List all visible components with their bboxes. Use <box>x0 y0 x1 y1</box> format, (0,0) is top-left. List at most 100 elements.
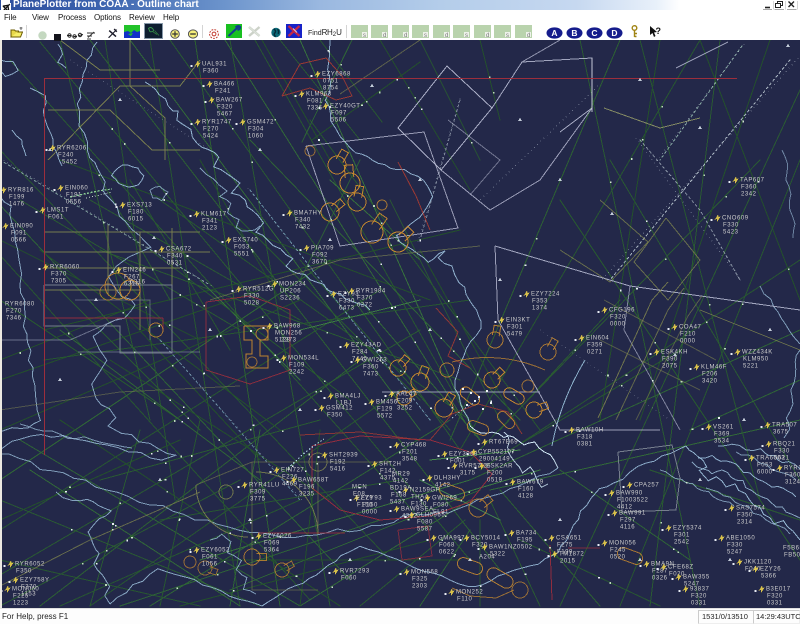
svg-text:BAW679: BAW679 <box>517 480 544 486</box>
svg-text:MON568: MON568 <box>411 570 438 576</box>
svg-text:BAW267: BAW267 <box>216 98 243 104</box>
svg-text:SHT2H: SHT2H <box>379 462 401 468</box>
svg-text:F060: F060 <box>341 576 357 582</box>
svg-text:F061: F061 <box>48 215 64 221</box>
svg-text:BAW658T: BAW658T <box>298 478 329 484</box>
svg-text:CSA651: CSA651 <box>556 536 582 542</box>
svg-text:2075: 2075 <box>662 364 678 370</box>
svg-text:F081: F081 <box>307 99 323 105</box>
svg-text:F1003522: F1003522 <box>617 498 649 504</box>
svg-text:F200: F200 <box>487 471 503 477</box>
svg-text:F390: F390 <box>662 357 678 363</box>
svg-text:5364: 5364 <box>264 548 280 554</box>
svg-text:EZY5374: EZY5374 <box>673 526 702 532</box>
svg-text:s: s <box>465 33 468 38</box>
svg-text:6216: 6216 <box>130 280 146 286</box>
svg-text:F192: F192 <box>330 460 346 466</box>
svg-text:CFG196: CFG196 <box>609 308 635 314</box>
svg-text:CLH0965: CLH0965 <box>416 513 445 519</box>
svg-text:BMA7HY: BMA7HY <box>294 211 322 217</box>
svg-text:3420: 3420 <box>702 379 718 385</box>
svg-text:F330: F330 <box>244 294 260 300</box>
svg-text:F350: F350 <box>327 413 343 419</box>
svg-text:EIN604: EIN604 <box>586 336 609 342</box>
svg-text:RVR7293: RVR7293 <box>340 569 370 575</box>
svg-text:EIN727: EIN727 <box>281 468 304 474</box>
svg-text:F284: F284 <box>352 350 368 356</box>
svg-text:F330: F330 <box>774 449 790 455</box>
svg-text:N2159GP: N2159GP <box>410 488 440 494</box>
svg-text:RYR1: RYR1 <box>784 466 800 472</box>
svg-text:THA4: THA4 <box>411 495 429 501</box>
svg-text:TAP607: TAP607 <box>740 178 765 184</box>
svg-text:7346: 7346 <box>6 316 22 322</box>
svg-text:3235: 3235 <box>299 492 315 498</box>
svg-text:RYR512G: RYR512G <box>243 287 274 293</box>
svg-text:2123: 2123 <box>202 226 218 232</box>
svg-text:F270: F270 <box>203 127 219 133</box>
svg-text:F080: F080 <box>417 520 433 526</box>
svg-text:2342: 2342 <box>741 192 757 198</box>
svg-text:MON060: MON060 <box>12 587 39 593</box>
svg-text:KLM963: KLM963 <box>306 92 332 98</box>
svg-text:93837: 93837 <box>690 587 710 593</box>
svg-text:2303: 2303 <box>412 584 428 590</box>
svg-text:F191: F191 <box>66 193 82 199</box>
svg-text:F150: F150 <box>357 503 373 509</box>
svg-text:SAS7574: SAS7574 <box>736 506 765 512</box>
svg-text:3534: 3534 <box>714 439 730 445</box>
svg-text:RYR6080: RYR6080 <box>5 302 35 308</box>
svg-text:5506: 5506 <box>331 118 347 124</box>
svg-text:F330: F330 <box>339 299 355 305</box>
svg-text:GWI253: GWI253 <box>362 358 387 364</box>
svg-text:JKK1120: JKK1120 <box>744 560 772 566</box>
svg-text:EIN090: EIN090 <box>10 224 33 230</box>
svg-text:RYR1747: RYR1747 <box>202 120 232 126</box>
svg-text:F359: F359 <box>587 343 603 349</box>
svg-text:F053: F053 <box>234 245 250 251</box>
svg-text:SHT2939: SHT2939 <box>329 453 358 459</box>
svg-text:B: B <box>571 28 577 38</box>
svg-text:5551: 5551 <box>234 252 250 258</box>
svg-text:C: C <box>591 28 597 38</box>
svg-text:F225: F225 <box>13 594 29 600</box>
svg-text:BD19A: BD19A <box>390 486 412 492</box>
svg-text:7432: 7432 <box>295 225 311 231</box>
svg-text:3675: 3675 <box>773 430 789 436</box>
svg-text:5467: 5467 <box>217 112 233 118</box>
svg-text:?: ? <box>656 26 662 36</box>
svg-text:BA466: BA466 <box>214 82 235 88</box>
svg-text:5366: 5366 <box>761 574 777 580</box>
svg-text:F325: F325 <box>412 577 428 583</box>
svg-text:TRA6003: TRA6003 <box>756 456 785 462</box>
svg-text:F340: F340 <box>167 254 183 260</box>
svg-text:MR29: MR29 <box>392 472 410 478</box>
svg-text:F097: F097 <box>331 111 347 117</box>
svg-text:F320: F320 <box>691 594 707 600</box>
svg-text:2542: 2542 <box>674 540 690 546</box>
svg-text:3670: 3670 <box>312 260 328 266</box>
svg-text:UP206: UP206 <box>280 289 301 295</box>
svg-text:0520: 0520 <box>610 555 626 561</box>
svg-text:F201: F201 <box>402 450 418 456</box>
svg-text:4116: 4116 <box>620 525 635 531</box>
svg-text:F369: F369 <box>714 432 730 438</box>
svg-text:1060: 1060 <box>248 134 264 140</box>
svg-text:FB50: FB50 <box>784 553 800 559</box>
svg-text:d: d <box>383 33 386 38</box>
svg-text:F370: F370 <box>357 296 373 302</box>
svg-text:6473: 6473 <box>339 306 355 312</box>
svg-text:CNO609: CNO609 <box>722 216 749 222</box>
svg-text:CYP468: CYP468 <box>401 443 427 449</box>
svg-text:UAL931: UAL931 <box>202 62 227 68</box>
svg-text:BAW991: BAW991 <box>619 511 646 517</box>
svg-text:F180: F180 <box>128 210 144 216</box>
svg-text:F320: F320 <box>610 315 626 321</box>
svg-text:2015: 2015 <box>560 559 576 565</box>
svg-text:D: D <box>611 28 617 38</box>
svg-text:PIA709: PIA709 <box>311 246 334 252</box>
svg-text:F320: F320 <box>767 594 783 600</box>
svg-text:DLH3HY: DLH3HY <box>434 476 461 482</box>
svg-text:5423: 5423 <box>723 230 739 236</box>
svg-text:EZY758Y: EZY758Y <box>20 578 50 584</box>
